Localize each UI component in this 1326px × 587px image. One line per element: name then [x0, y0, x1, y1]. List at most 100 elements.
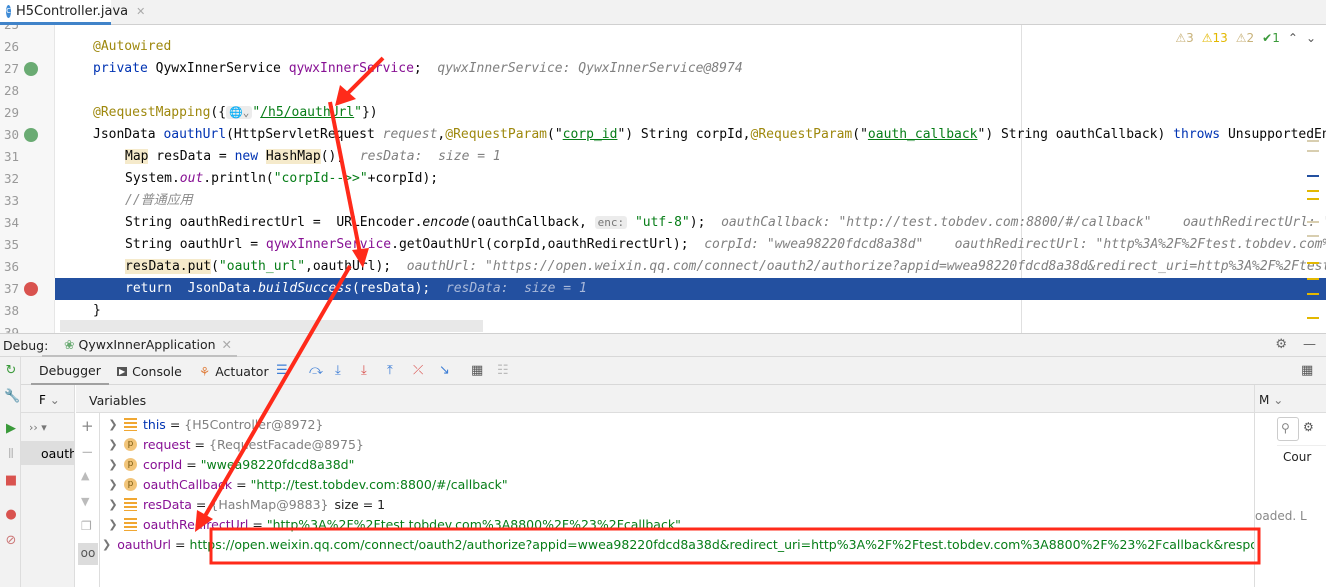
mute-breakpoints-icon[interactable]: ⊘ — [4, 533, 18, 548]
move-down-icon[interactable]: ▼ — [81, 495, 89, 508]
code-line[interactable]: 28 — [0, 80, 1326, 102]
breakpoint-icon[interactable] — [24, 282, 38, 296]
variable-row[interactable]: ❯ p oauthCallback = "http://test.tobdev.com:… — [100, 474, 1254, 494]
count-column-header[interactable]: Cour — [1277, 445, 1326, 469]
variable-row[interactable]: ❯ this = {H5Controller@8972} — [100, 414, 1254, 434]
code-token: "utf-8" — [627, 215, 690, 230]
stop-icon[interactable]: ■ — [4, 473, 18, 488]
code-token: request — [382, 127, 438, 142]
ok-count[interactable]: ✔1 — [1262, 31, 1280, 45]
code-token: @RequestParam — [750, 127, 853, 142]
expand-chevron-icon[interactable]: ❯ — [102, 418, 124, 431]
wrench-icon[interactable]: 🔧 — [4, 389, 20, 404]
code-token: Map — [125, 149, 149, 164]
prev-problem-icon[interactable]: ⌃ — [1288, 31, 1298, 45]
code-line[interactable]: 36 resData.put("oauth_url",oauthUrl); oau… — [0, 256, 1326, 278]
view-breakpoints-icon[interactable]: ● — [4, 507, 18, 522]
frames-header[interactable]: F ⌄ — [21, 385, 74, 413]
code-line[interactable]: 35 String oauthUrl = qywxInnerService.get… — [0, 234, 1326, 256]
code-line[interactable]: 34 String oauthRedirectUrl = URLEncoder.e… — [0, 212, 1326, 234]
run-to-cursor-icon[interactable]: ↘ — [439, 363, 450, 378]
code-line[interactable]: 27 private QywxInnerService qywxInnerServ… — [0, 58, 1326, 80]
force-step-into-icon[interactable]: ⤓ — [361, 363, 367, 378]
copy-icon[interactable]: ❐ — [81, 519, 92, 533]
add-watch-icon[interactable]: + — [81, 417, 94, 435]
code-token: return JsonData. — [125, 281, 259, 296]
expand-chevron-icon[interactable]: ❯ — [102, 438, 124, 451]
expand-chevron-icon[interactable]: ❯ — [102, 518, 124, 531]
code-line[interactable]: 30 JsonData oauthUrl(HttpServletRequest r… — [0, 124, 1326, 146]
file-tab[interactable]: c H5Controller.java ✕ — [0, 0, 145, 25]
move-up-icon[interactable]: ▲ — [81, 469, 89, 482]
bean-icon[interactable] — [24, 62, 38, 76]
code-line[interactable]: 25 — [0, 25, 1326, 36]
weak-warning-count[interactable]: ⚠3 — [1175, 31, 1193, 45]
close-icon[interactable]: ✕ — [136, 5, 145, 18]
evaluate-expression-icon[interactable]: ▦ — [471, 363, 483, 378]
code-line[interactable]: 31 Map resData = new HashMap(); resData: … — [0, 146, 1326, 168]
glasses-icon[interactable]: oo — [78, 543, 98, 565]
memory-tab[interactable]: M ⌄ — [1255, 385, 1326, 413]
variable-row[interactable]: ❯ oauthRedirectUrl = "http%3A%2F%2Ftest.tob… — [100, 514, 1254, 534]
variable-row[interactable]: ❯ p corpId = "wwea98220fdcd8a38d" — [100, 454, 1254, 474]
frames-menu-icon[interactable]: ☰ — [276, 363, 288, 378]
typo-count[interactable]: ⚠2 — [1236, 31, 1254, 45]
trace-icon[interactable]: ☷ — [497, 363, 509, 378]
step-over-icon[interactable]: ⤼ — [309, 363, 323, 378]
memory-status: oaded. L — [1255, 509, 1307, 523]
chevron-down-icon: ⌄ — [1273, 393, 1284, 407]
minimize-icon[interactable]: — — [1303, 337, 1316, 352]
resume-icon[interactable]: ▶ — [4, 421, 18, 436]
code-token: (HttpServletRequest — [226, 127, 383, 142]
inspection-widget[interactable]: ⚠3 ⚠13 ⚠2 ✔1 ⌃ ⌄ — [1175, 31, 1316, 45]
code-line[interactable]: 29 @RequestMapping({🌐⌄ "/h5/oauthUrl"}) — [0, 102, 1326, 124]
variable-row[interactable]: ❯ oauthUrl = https://open.weixin.qq.com/con… — [100, 534, 1326, 554]
variable-name: oauthCallback — [143, 476, 233, 492]
code-line[interactable]: 33 //普通应用 — [0, 190, 1326, 212]
expand-chevron-icon[interactable]: ❯ — [102, 458, 124, 471]
code-token: (" — [852, 127, 868, 142]
code-text: return JsonData.buildSuccess(resData); r… — [125, 278, 587, 300]
current-execution-line[interactable]: 37 return JsonData.buildSuccess(resData);… — [0, 278, 1326, 300]
remove-watch-icon[interactable]: − — [81, 443, 94, 461]
layout-icon[interactable]: ▦ — [1301, 363, 1313, 378]
variable-row[interactable]: ❯ p request = {RequestFacade@8975} — [100, 434, 1254, 454]
run-config-tab[interactable]: ❀ QywxInnerApplication ✕ — [42, 334, 237, 357]
code-text: @RequestMapping({🌐⌄ "/h5/oauthUrl"}) — [93, 102, 378, 124]
frame-item[interactable]: oauth — [21, 441, 74, 465]
rerun-icon[interactable]: ↻ — [4, 363, 18, 378]
code-token: corpId: "wwea98220fdcd8a38d" oauthRedire… — [704, 237, 1326, 252]
gear-icon[interactable]: ⚙ — [1275, 337, 1287, 352]
warning-count[interactable]: ⚠13 — [1202, 31, 1228, 45]
debug-tool-window-header: Debug: ❀ QywxInnerApplication ✕ ⚙ — — [0, 333, 1326, 357]
tab-label: Debugger — [39, 362, 101, 378]
close-icon[interactable]: ✕ — [222, 337, 232, 352]
code-token: /h5/oauthUrl — [260, 105, 355, 120]
code-token: buildSuccess — [258, 281, 352, 296]
error-stripe[interactable] — [1307, 25, 1326, 333]
step-into-icon[interactable]: ⤓ — [335, 363, 341, 378]
code-editor[interactable]: 25 26 @Autowired 27private QywxInnerService… — [0, 25, 1326, 333]
code-token: oauthCallback: "http://test.tobdev.com:8… — [721, 215, 1326, 230]
pause-icon[interactable]: Ⅱ — [4, 447, 18, 462]
horizontal-scrollbar[interactable] — [60, 320, 483, 332]
tab-debugger[interactable]: Debugger — [31, 357, 109, 385]
code-line[interactable]: 38} — [0, 300, 1326, 322]
code-line[interactable]: 26 @Autowired — [0, 36, 1326, 58]
tab-actuator[interactable]: ⚘ Actuator — [199, 357, 269, 385]
code-token: ,oauthUrl); — [305, 259, 407, 274]
expand-chevron-icon[interactable]: ❯ — [102, 538, 111, 551]
variable-row[interactable]: ❯ resData = {HashMap@9883} size = 1 — [100, 494, 1254, 514]
expand-chevron-icon[interactable]: ❯ — [102, 498, 124, 511]
gear-icon[interactable]: ⚙ — [1303, 420, 1314, 434]
thread-selector[interactable]: ›› ▾ — [29, 421, 47, 434]
drop-frame-icon[interactable]: ⤫ — [413, 363, 423, 378]
expand-chevron-icon[interactable]: ❯ — [102, 478, 124, 491]
step-out-icon[interactable]: ⤒ — [387, 363, 393, 378]
search-icon[interactable]: ⚲ — [1277, 417, 1299, 441]
code-line[interactable]: 32 System.out.println("corpId-->>"+corpId… — [0, 168, 1326, 190]
tab-console[interactable]: ▶ Console — [117, 357, 182, 385]
code-token: out — [179, 171, 204, 186]
bean-web-icon[interactable] — [24, 128, 38, 142]
code-text: System.out.println("corpId-->>"+corpId); — [125, 168, 438, 190]
